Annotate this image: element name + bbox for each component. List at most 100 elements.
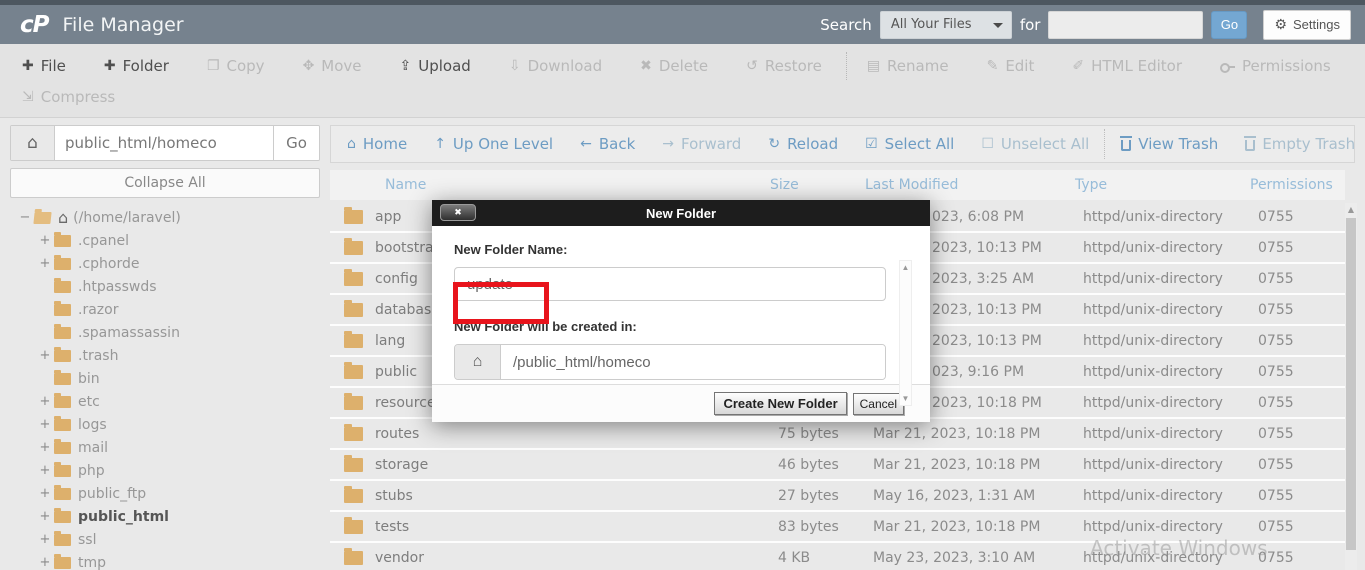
nav-button-unselect-all[interactable]: ☐Unselect All xyxy=(981,135,1089,153)
toolbar-button-compress[interactable]: ⇲Compress xyxy=(22,88,115,106)
collapse-all-button[interactable]: Collapse All xyxy=(10,168,320,198)
tree-expander-icon[interactable]: + xyxy=(38,509,52,524)
toolbar-button-folder[interactable]: ✚Folder xyxy=(104,57,169,75)
table-row-routes[interactable]: routes75 bytesMar 21, 2023, 10:18 PMhttp… xyxy=(330,419,1345,448)
tree-item-etc[interactable]: +etc xyxy=(0,390,330,413)
create-new-folder-button[interactable]: Create New Folder xyxy=(714,392,846,415)
tree-item--htpasswds[interactable]: .htpasswds xyxy=(0,275,330,298)
folder-icon xyxy=(344,334,363,348)
search-go-button[interactable]: Go xyxy=(1211,11,1247,39)
tree-item--trash[interactable]: +.trash xyxy=(0,344,330,367)
tree-item--razor[interactable]: .razor xyxy=(0,298,330,321)
table-row-tests[interactable]: tests83 bytesMar 21, 2023, 10:18 PMhttpd… xyxy=(330,512,1345,541)
tree-expander-icon[interactable]: + xyxy=(38,463,52,478)
nav-button-back[interactable]: ←Back xyxy=(580,135,635,153)
tree-expander-icon[interactable]: + xyxy=(38,555,52,570)
file-name-label: lang xyxy=(375,333,405,349)
folder-icon xyxy=(344,489,363,503)
toolbar-button-restore[interactable]: ↺Restore xyxy=(746,57,822,75)
tree-expander-icon[interactable]: + xyxy=(38,233,52,248)
tree-item-ssl[interactable]: +ssl xyxy=(0,528,330,551)
tree-expander-icon[interactable]: + xyxy=(38,394,52,409)
modal-close-button[interactable]: ✖ xyxy=(440,204,476,221)
scrollbar-thumb[interactable] xyxy=(1346,218,1356,550)
column-header-size[interactable]: Size xyxy=(770,177,865,193)
tree-item--spamassassin[interactable]: .spamassassin xyxy=(0,321,330,344)
new-folder-location-input[interactable] xyxy=(501,345,885,379)
edit-icon: ✎ xyxy=(987,58,999,74)
toolbar-separator xyxy=(846,52,847,80)
toolbar-button-download[interactable]: ⇩Download xyxy=(509,57,602,75)
tree-item-bin[interactable]: bin xyxy=(0,367,330,390)
column-header-permissions[interactable]: Permissions xyxy=(1250,177,1345,193)
tree-item--home-laravel-[interactable]: −⌂(/home/laravel) xyxy=(0,206,330,229)
path-go-button[interactable]: Go xyxy=(273,126,319,160)
tree-item-tmp[interactable]: + tmp xyxy=(0,551,330,570)
tree-expander-icon[interactable]: + xyxy=(38,348,52,363)
search-input[interactable] xyxy=(1048,11,1203,39)
folder-icon xyxy=(344,365,363,379)
tree-item-public-ftp[interactable]: +public_ftp xyxy=(0,482,330,505)
tree-item-mail[interactable]: +mail xyxy=(0,436,330,459)
column-header-type[interactable]: Type xyxy=(1075,177,1250,193)
tree-expander-icon[interactable]: − xyxy=(18,210,32,225)
folder-icon xyxy=(344,241,363,255)
table-header: Name Size Last Modified Type Permissions xyxy=(330,170,1345,200)
table-row-vendor[interactable]: vendor4 KBMay 23, 2023, 3:10 AMhttpd/uni… xyxy=(330,543,1345,570)
path-bar: ⌂ Go xyxy=(10,125,320,161)
tree-item-label: tmp xyxy=(78,555,106,570)
path-home-button[interactable]: ⌂ xyxy=(11,126,55,160)
nav-button-label: Home xyxy=(363,135,407,153)
nav-button-empty-trash[interactable]: Empty Trash xyxy=(1245,135,1355,153)
toolbar-button-html-editor[interactable]: ✐HTML Editor xyxy=(1072,57,1182,75)
scroll-up-icon[interactable]: ▲ xyxy=(1345,203,1357,217)
column-header-last-modified[interactable]: Last Modified xyxy=(865,177,1075,193)
table-scrollbar[interactable]: ▲ xyxy=(1345,203,1357,570)
modal-scrollbar[interactable]: ▲ ▼ xyxy=(899,260,912,406)
toolbar-button-copy[interactable]: ❐Copy xyxy=(207,57,265,75)
toolbar-button-edit[interactable]: ✎Edit xyxy=(987,57,1035,75)
nav-button-select-all[interactable]: ☑Select All xyxy=(865,135,954,153)
column-header-name[interactable]: Name xyxy=(330,177,770,193)
file-size: 4 KB xyxy=(770,550,865,566)
folder-icon xyxy=(54,557,71,569)
tree-item--cpanel[interactable]: + .cpanel xyxy=(0,229,330,252)
search-scope-select[interactable]: All Your Files xyxy=(880,11,1012,39)
toolbar-button-move[interactable]: ✥Move xyxy=(303,57,362,75)
file-size: 27 bytes xyxy=(770,488,865,504)
trash-icon xyxy=(1245,140,1255,151)
scroll-down-icon[interactable]: ▼ xyxy=(900,392,911,405)
toolbar-button-rename[interactable]: ▤Rename xyxy=(867,57,949,75)
table-row-stubs[interactable]: stubs27 bytesMay 16, 2023, 1:31 AMhttpd/… xyxy=(330,481,1345,510)
settings-button[interactable]: ⚙ Settings xyxy=(1263,10,1351,40)
nav-button-label: Forward xyxy=(681,135,741,153)
toolbar-button-file[interactable]: ✚File xyxy=(22,57,66,75)
tree-expander-icon[interactable]: + xyxy=(38,417,52,432)
tree-expander-icon[interactable]: + xyxy=(38,440,52,455)
folder-icon xyxy=(344,272,363,286)
toolbar-button-delete[interactable]: ✖Delete xyxy=(640,57,708,75)
toolbar-button-upload[interactable]: ⇪Upload xyxy=(400,57,471,75)
path-input[interactable] xyxy=(55,126,273,160)
new-folder-name-input[interactable] xyxy=(454,267,886,301)
tree-item-logs[interactable]: +logs xyxy=(0,413,330,436)
tree-item-public-html[interactable]: +public_html xyxy=(0,505,330,528)
nav-button-view-trash[interactable]: View Trash xyxy=(1121,135,1218,153)
tree-expander-icon[interactable]: + xyxy=(38,256,52,271)
cancel-button[interactable]: Cancel xyxy=(853,393,904,415)
folder-icon xyxy=(54,281,71,293)
nav-button-up-one-level[interactable]: ↑Up One Level xyxy=(434,135,553,153)
tree-item-label: .cpanel xyxy=(78,233,129,249)
tree-item-label: .spamassassin xyxy=(78,325,180,341)
nav-button-forward[interactable]: →Forward xyxy=(662,135,741,153)
tree-expander-icon[interactable]: + xyxy=(38,532,52,547)
nav-button-home[interactable]: ⌂Home xyxy=(347,135,407,153)
tree-expander-icon[interactable]: + xyxy=(38,486,52,501)
scroll-up-icon[interactable]: ▲ xyxy=(900,261,911,274)
toolbar-button-label: Folder xyxy=(123,57,169,75)
tree-item-php[interactable]: +php xyxy=(0,459,330,482)
tree-item--cphorde[interactable]: +.cphorde xyxy=(0,252,330,275)
nav-button-reload[interactable]: ↻Reload xyxy=(768,135,838,153)
table-row-storage[interactable]: storage46 bytesMar 21, 2023, 10:18 PMhtt… xyxy=(330,450,1345,479)
toolbar-button-permissions[interactable]: Permissions xyxy=(1220,57,1331,75)
